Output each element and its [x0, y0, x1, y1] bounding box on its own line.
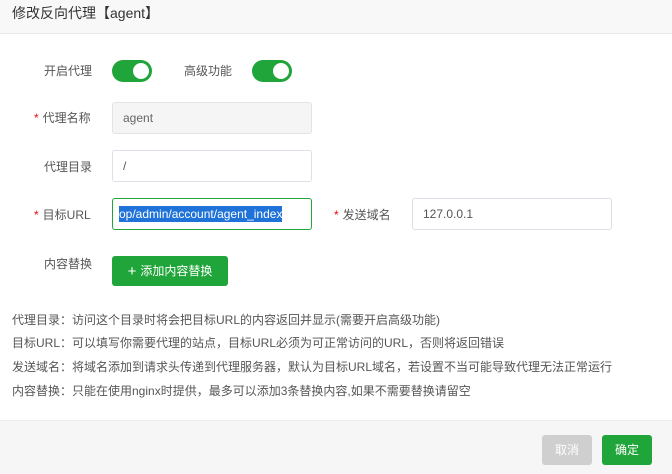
enable-proxy-toggle[interactable] [112, 60, 152, 82]
help-line-content-replace: 内容替换：只能在使用nginx时提供，最多可以添加3条替换内容,如果不需要替换请… [12, 384, 471, 398]
send-domain-label-text: 发送域名 [342, 208, 391, 222]
advanced-label: 高级功能 [184, 64, 233, 78]
proxy-dir-input[interactable]: / [112, 150, 312, 182]
proxy-name-input[interactable]: agent [112, 102, 312, 134]
dialog-title: 修改反向代理【agent】 [12, 5, 160, 21]
required-mark: * [34, 111, 39, 125]
enable-proxy-label: 开启代理 [44, 64, 93, 78]
proxy-dir-label: 代理目录 [44, 160, 93, 174]
send-domain-input[interactable]: 127.0.0.1 [412, 198, 612, 230]
plus-icon: + [127, 263, 137, 280]
selected-text: op/admin/account/agent_index [119, 206, 283, 222]
advanced-toggle[interactable] [252, 60, 292, 82]
confirm-button[interactable]: 确定 [602, 435, 652, 465]
dialog-footer: 取消 确定 [0, 420, 672, 474]
cancel-button[interactable]: 取消 [542, 435, 592, 465]
target-url-input[interactable]: op/admin/account/agent_index [112, 198, 312, 230]
add-content-replace-button[interactable]: + 添加内容替换 [112, 256, 228, 286]
help-line-send-domain: 发送域名：将域名添加到请求头传递到代理服务器，默认为目标URL域名，若设置不当可… [12, 360, 613, 374]
add-content-replace-label: 添加内容替换 [140, 264, 213, 278]
toggle-knob [133, 63, 149, 79]
dialog-header: 修改反向代理【agent】 [0, 0, 672, 34]
target-url-label: * 目标URL [34, 207, 91, 223]
send-domain-label: * 发送域名 [334, 207, 391, 223]
proxy-name-label: * 代理名称 [34, 110, 91, 126]
proxy-name-label-text: 代理名称 [42, 111, 91, 125]
required-mark: * [34, 208, 39, 222]
toggle-knob [273, 63, 289, 79]
target-url-label-text: 目标URL [42, 208, 91, 222]
required-mark: * [334, 208, 339, 222]
help-line-target-url: 目标URL：可以填写你需要代理的站点，目标URL必须为可正常访问的URL，否则将… [12, 336, 505, 350]
help-line-proxy-dir: 代理目录：访问这个目录时将会把目标URL的内容返回并显示(需要开启高级功能) [12, 313, 441, 327]
content-replace-label: 内容替换 [44, 257, 93, 271]
